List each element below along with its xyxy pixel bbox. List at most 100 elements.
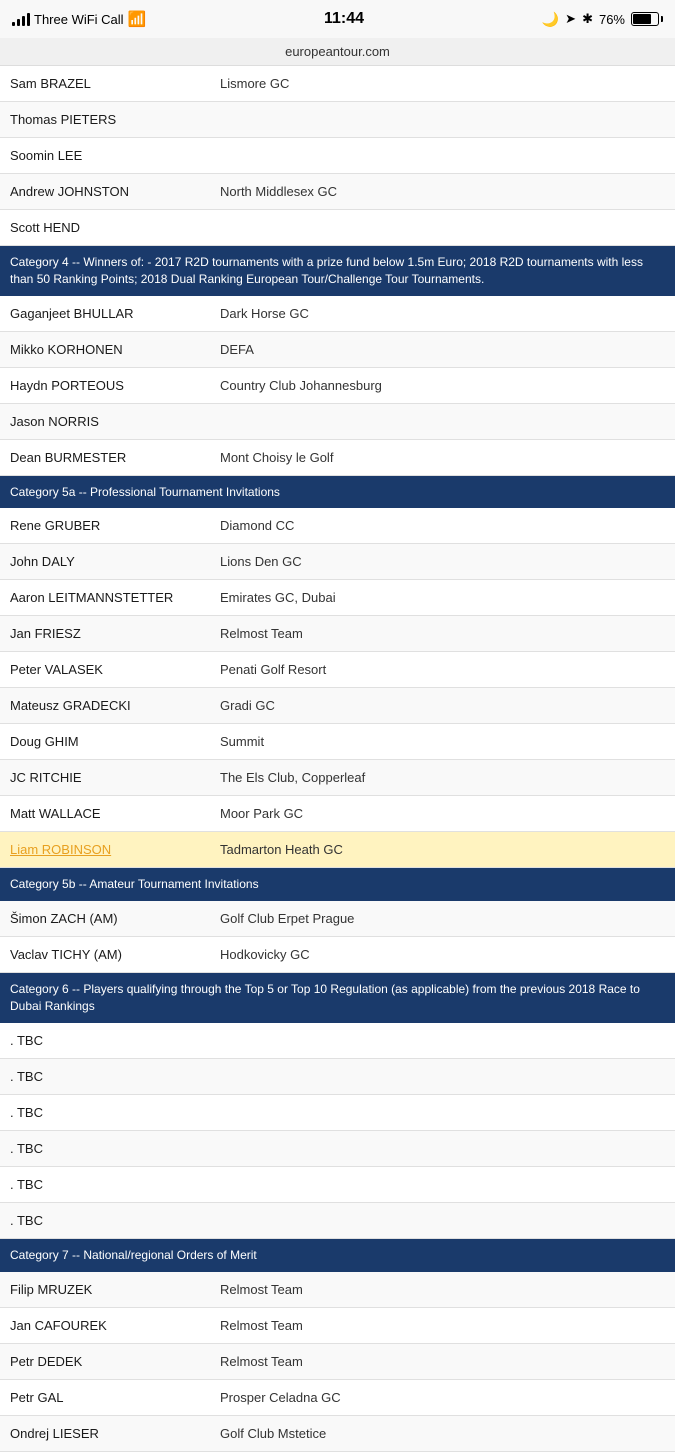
player-name: Petr DEDEK [10,1354,210,1369]
player-name: Šimon ZACH (AM) [10,911,210,926]
player-name: Thomas PIETERS [10,112,210,127]
table-row: Vaclav TICHY (AM)Hodkovicky GC [0,937,675,973]
table-row: Gaganjeet BHULLARDark Horse GC [0,296,675,332]
club-name: Moor Park GC [210,806,665,821]
club-name: Mont Choisy le Golf [210,450,665,465]
club-name: Relmost Team [210,1282,665,1297]
player-name: Sam BRAZEL [10,76,210,91]
carrier-label: Three WiFi Call [34,12,124,27]
table-row: . TBC [0,1023,675,1059]
table-row: Soomin LEE [0,138,675,174]
table-row: Mateusz GRADECKIGradi GC [0,688,675,724]
player-name: Filip MRUZEK [10,1282,210,1297]
player-name: . TBC [10,1033,210,1048]
player-name: Aaron LEITMANNSTETTER [10,590,210,605]
table-row: . TBC [0,1059,675,1095]
category-header: Category 7 -- National/regional Orders o… [0,1239,675,1272]
player-name: . TBC [10,1213,210,1228]
table-row: . TBC [0,1167,675,1203]
club-name: Prosper Celadna GC [210,1390,665,1405]
url-bar[interactable]: europeantour.com [0,38,675,66]
player-name: Scott HEND [10,220,210,235]
club-name: Golf Club Erpet Prague [210,911,665,926]
battery-icon [631,12,663,26]
table-row: Scott HEND [0,210,675,246]
player-name: Peter VALASEK [10,662,210,677]
club-name: Lismore GC [210,76,665,91]
player-name[interactable]: Liam ROBINSON [10,842,210,857]
table-row: Jan FRIESZRelmost Team [0,616,675,652]
player-name: Mateusz GRADECKI [10,698,210,713]
player-name: Jason NORRIS [10,414,210,429]
club-name: Emirates GC, Dubai [210,590,665,605]
table-row: Doug GHIMSummit [0,724,675,760]
player-name: JC RITCHIE [10,770,210,785]
player-name: Matt WALLACE [10,806,210,821]
table-row: Thomas PIETERS [0,102,675,138]
table-row: Aaron LEITMANNSTETTEREmirates GC, Dubai [0,580,675,616]
player-name: Mikko KORHONEN [10,342,210,357]
table-row: Sam BRAZELLismore GC [0,66,675,102]
table-row: Matt WALLACEMoor Park GC [0,796,675,832]
player-name: Haydn PORTEOUS [10,378,210,393]
table-row: Petr GALProsper Celadna GC [0,1380,675,1416]
player-name: Rene GRUBER [10,518,210,533]
club-name: Summit [210,734,665,749]
club-name: Gradi GC [210,698,665,713]
bluetooth-icon: ✱ [582,11,593,27]
player-name: Ondrej LIESER [10,1426,210,1441]
club-name: Golf Club Mstetice [210,1426,665,1441]
table-row: . TBC [0,1203,675,1239]
status-bar: Three WiFi Call 📶 11:44 🌙 ➤ ✱ 76% [0,0,675,38]
table-row: Jan CAFOUREKRelmost Team [0,1308,675,1344]
status-left: Three WiFi Call 📶 [12,10,146,28]
table-row: Peter VALASEKPenati Golf Resort [0,652,675,688]
table-row: Andrew JOHNSTONNorth Middlesex GC [0,174,675,210]
category-header: Category 6 -- Players qualifying through… [0,973,675,1023]
club-name: North Middlesex GC [210,184,665,199]
table-row: . TBC [0,1095,675,1131]
table-row: JC RITCHIEThe Els Club, Copperleaf [0,760,675,796]
table-row: Ondrej LIESERGolf Club Mstetice [0,1416,675,1452]
club-name: Relmost Team [210,626,665,641]
club-name: Lions Den GC [210,554,665,569]
table-row: Jason NORRIS [0,404,675,440]
category-header: Category 5a -- Professional Tournament I… [0,476,675,509]
club-name: Tadmarton Heath GC [210,842,665,857]
player-name: Doug GHIM [10,734,210,749]
category-header: Category 5b -- Amateur Tournament Invita… [0,868,675,901]
club-name: Dark Horse GC [210,306,665,321]
player-name: Soomin LEE [10,148,210,163]
table-row: Mikko KORHONENDEFA [0,332,675,368]
url-text: europeantour.com [285,44,390,59]
player-name: Dean BURMESTER [10,450,210,465]
club-name: Penati Golf Resort [210,662,665,677]
results-table: Sam BRAZELLismore GC Thomas PIETERS Soomin… [0,66,675,1452]
wifi-icon: 📶 [128,10,147,28]
club-name: DEFA [210,342,665,357]
status-right: 🌙 ➤ ✱ 76% [542,11,663,28]
table-row: Šimon ZACH (AM)Golf Club Erpet Prague [0,901,675,937]
table-row: Rene GRUBERDiamond CC [0,508,675,544]
signal-bars-icon [12,12,30,26]
player-name: Jan FRIESZ [10,626,210,641]
club-name: Diamond CC [210,518,665,533]
moon-icon: 🌙 [542,11,559,28]
battery-percentage: 76% [599,12,625,27]
table-row: Liam ROBINSONTadmarton Heath GC [0,832,675,868]
player-name: Petr GAL [10,1390,210,1405]
location-icon: ➤ [565,11,576,27]
club-name: Country Club Johannesburg [210,378,665,393]
player-name: . TBC [10,1177,210,1192]
player-name: Andrew JOHNSTON [10,184,210,199]
club-name: Relmost Team [210,1318,665,1333]
club-name: Relmost Team [210,1354,665,1369]
player-name: . TBC [10,1105,210,1120]
category-header: Category 4 -- Winners of: - 2017 R2D tou… [0,246,675,296]
time-label: 11:44 [324,10,364,28]
player-name: Jan CAFOUREK [10,1318,210,1333]
player-name: Vaclav TICHY (AM) [10,947,210,962]
table-row: Filip MRUZEKRelmost Team [0,1272,675,1308]
table-row: . TBC [0,1131,675,1167]
table-row: Petr DEDEKRelmost Team [0,1344,675,1380]
